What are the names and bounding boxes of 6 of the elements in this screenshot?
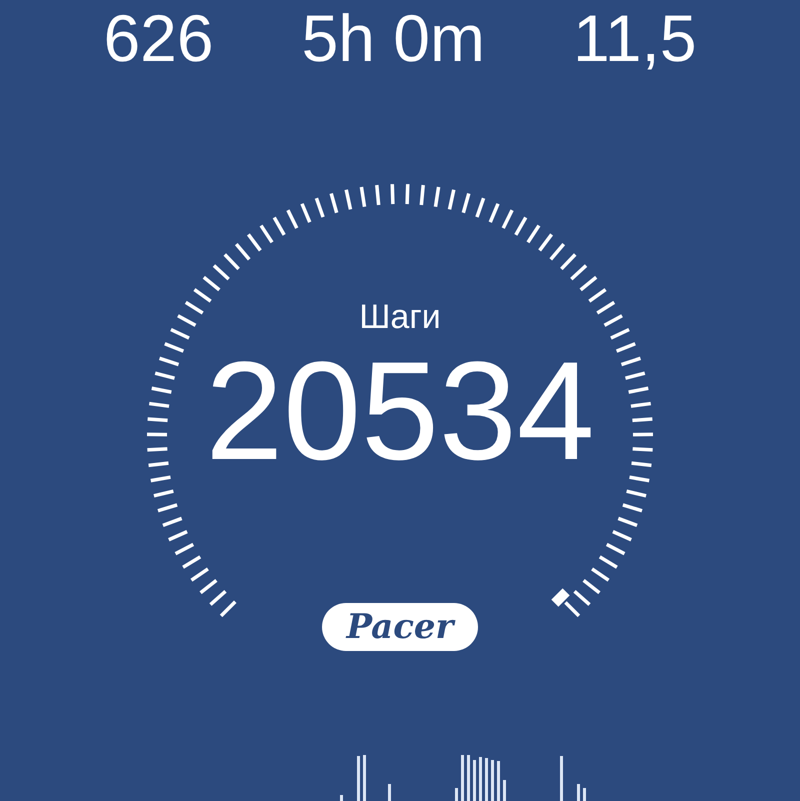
stat-value: 626 — [103, 0, 214, 76]
pacer-logo: Pacer — [322, 603, 478, 651]
stat-value: 11,5 — [573, 0, 697, 76]
stat-value: 5h 0m — [302, 0, 485, 76]
gauge-label: Шаги — [359, 297, 441, 337]
step-count: 20534 — [205, 341, 595, 481]
